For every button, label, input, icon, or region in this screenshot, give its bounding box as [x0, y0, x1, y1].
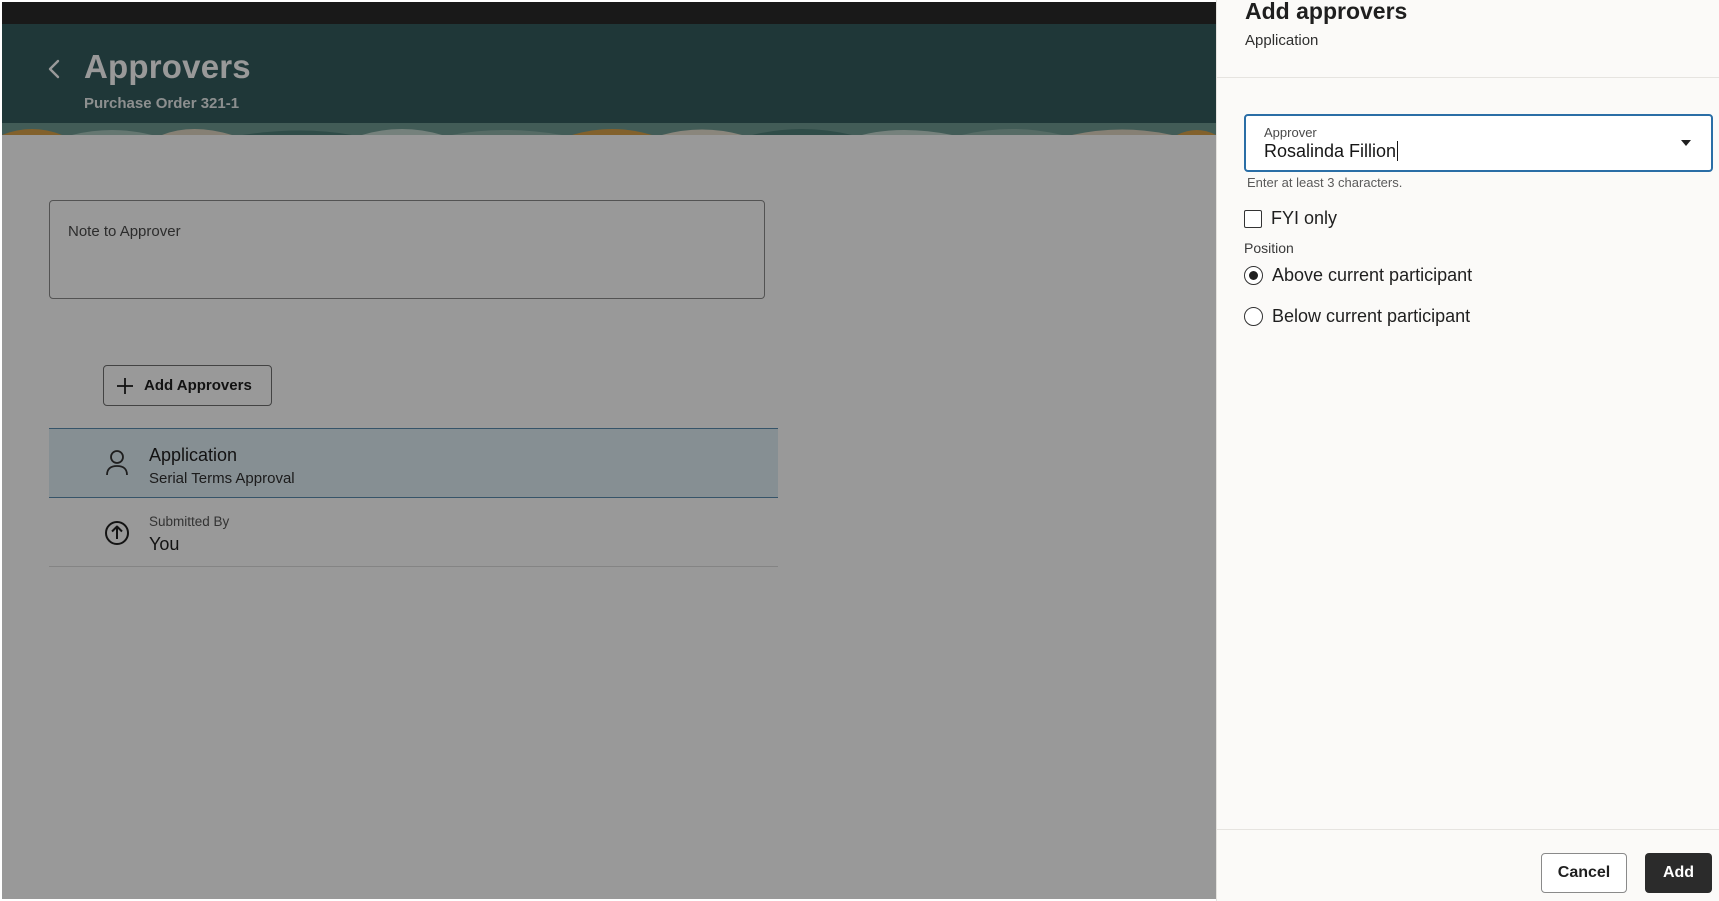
position-option-below-label: Below current participant [1272, 306, 1471, 326]
fyi-only-label: FYI only [1271, 208, 1338, 228]
approvers-page: Approvers Purchase Order 321-1 Note to A… [2, 2, 1216, 899]
cancel-button[interactable]: Cancel [1541, 853, 1627, 893]
drawer-title: Add approvers [1245, 0, 1408, 24]
radio-below-current-participant[interactable] [1244, 307, 1263, 326]
position-option-above-label: Above current participant [1272, 265, 1473, 285]
position-label: Position [1244, 240, 1294, 256]
drawer-header-divider [1217, 77, 1719, 78]
fyi-only-checkbox[interactable] [1244, 209, 1262, 228]
approver-field-label: Approver [1264, 125, 1317, 140]
drawer-footer-divider [1217, 829, 1719, 830]
approver-input[interactable]: Rosalinda Fillion [1264, 141, 1399, 162]
radio-above-current-participant[interactable] [1244, 266, 1263, 285]
approver-combobox[interactable]: Approver Rosalinda Fillion [1244, 114, 1713, 172]
position-option-above[interactable]: Above current participant [1244, 265, 1472, 286]
position-option-below[interactable]: Below current participant [1244, 306, 1470, 327]
modal-overlay[interactable] [2, 2, 1216, 899]
add-approvers-drawer: Add approvers Application Approver Rosal… [1216, 0, 1719, 901]
add-button[interactable]: Add [1645, 853, 1712, 893]
approver-input-value: Rosalinda Fillion [1264, 141, 1397, 161]
drawer-subtitle: Application [1245, 32, 1319, 49]
screen: Approvers Purchase Order 321-1 Note to A… [0, 0, 1719, 901]
fyi-only-checkbox-row[interactable]: FYI only [1244, 208, 1337, 229]
approver-helper-text: Enter at least 3 characters. [1247, 175, 1403, 190]
text-caret [1397, 141, 1399, 161]
caret-down-icon[interactable] [1679, 138, 1693, 148]
